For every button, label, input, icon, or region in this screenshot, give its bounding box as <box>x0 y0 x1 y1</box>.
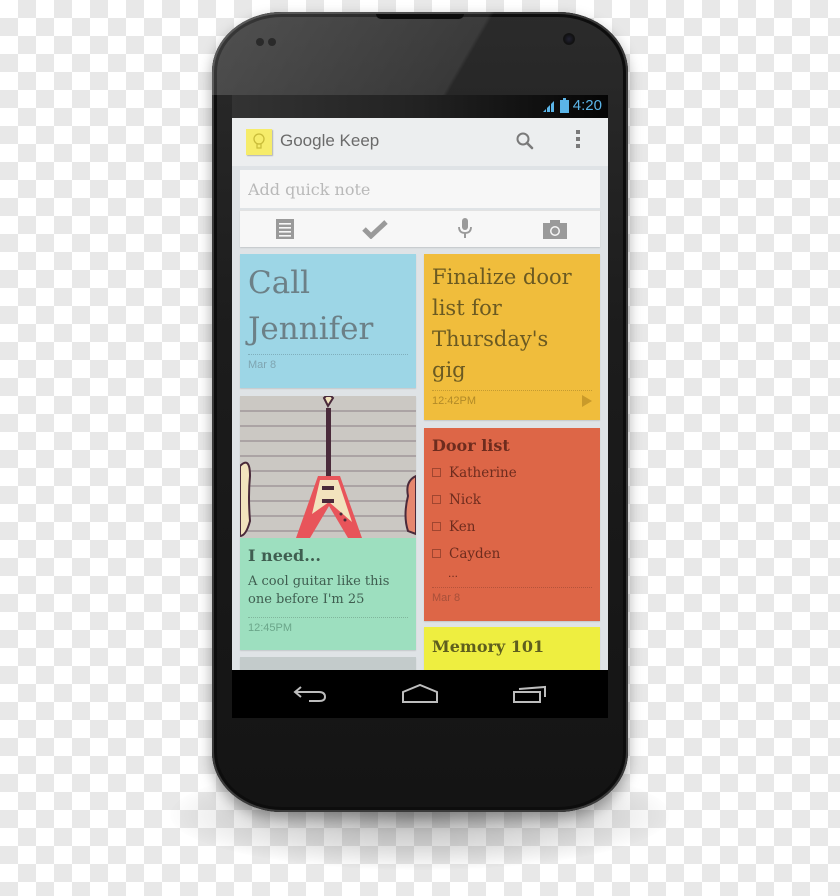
note-timestamp: 12:42PM <box>432 395 477 407</box>
search-icon[interactable] <box>515 131 535 156</box>
home-button[interactable] <box>395 679 445 709</box>
checklist-item[interactable]: Cayden <box>432 540 592 567</box>
note-title-line: Thursday's <box>432 327 549 351</box>
checklist-item[interactable]: Ken <box>432 513 592 540</box>
text-note-icon <box>276 219 294 239</box>
note-title: I need... <box>248 546 321 565</box>
quick-note-field[interactable] <box>240 170 600 208</box>
quick-note-input[interactable] <box>240 170 588 208</box>
note-title-line: list for <box>432 296 502 320</box>
light-sensor <box>268 38 276 46</box>
checklist-item[interactable]: Nick <box>432 486 592 513</box>
recent-apps-icon <box>513 685 546 703</box>
overflow-menu-icon[interactable] <box>576 130 580 148</box>
quick-note-toolbar <box>240 210 600 247</box>
note-door-list[interactable]: Door list Katherine Nick Ken Cayden ... … <box>424 428 600 621</box>
note-title: Memory 101 <box>432 637 545 656</box>
status-time: 4:20 <box>572 97 602 114</box>
note-guitar[interactable]: I need... A cool guitar like this one be… <box>240 396 416 650</box>
checklist-item-label: Nick <box>449 491 481 508</box>
checklist-icon <box>362 220 388 239</box>
front-camera <box>563 33 575 45</box>
lightbulb-note-icon[interactable] <box>246 129 272 155</box>
status-bar: 4:20 <box>232 95 608 118</box>
voice-note-button[interactable] <box>420 211 510 247</box>
proximity-sensor <box>256 38 264 46</box>
phone-screen: 4:20 Google Keep Add quick note Call Jen… <box>232 95 608 718</box>
note-call-jennifer[interactable]: Call Jennifer Mar 8 <box>240 254 416 388</box>
text-note-button[interactable] <box>240 211 330 247</box>
checkbox[interactable] <box>432 495 441 504</box>
earpiece-speaker <box>376 14 464 19</box>
checklist-item-label: Ken <box>449 518 476 535</box>
checklist-item-label: Katherine <box>449 464 517 481</box>
microphone-icon <box>458 218 472 238</box>
back-button[interactable] <box>285 679 335 709</box>
checklist-button[interactable] <box>330 211 420 247</box>
note-body: A cool guitar like this one before I'm 2… <box>248 574 390 607</box>
checkbox[interactable] <box>432 468 441 477</box>
recent-apps-button[interactable] <box>505 679 555 709</box>
action-bar: Google Keep <box>232 118 608 166</box>
photo-note-button[interactable] <box>510 211 600 247</box>
note-title: Door list <box>432 436 510 455</box>
signal-icon <box>542 100 554 112</box>
note-timestamp: 12:45PM <box>248 622 293 634</box>
note-timestamp: Mar 8 <box>248 359 277 371</box>
note-title-line: Finalize door <box>432 265 572 289</box>
checklist-item[interactable]: Katherine <box>432 459 592 486</box>
camera-icon <box>543 220 567 239</box>
checkbox[interactable] <box>432 549 441 558</box>
note-divider <box>248 354 408 355</box>
note-title-line: Call <box>248 265 311 301</box>
note-divider <box>432 587 592 588</box>
note-title-line: gig <box>432 358 466 382</box>
back-icon <box>293 686 327 702</box>
app-title: Google Keep <box>280 131 380 150</box>
checkbox[interactable] <box>432 522 441 531</box>
note-divider <box>248 617 408 618</box>
play-icon[interactable] <box>582 395 592 407</box>
navigation-bar <box>232 670 608 718</box>
checklist-item-label: Cayden <box>449 545 501 562</box>
note-title-line: Jennifer <box>248 311 374 347</box>
note-finalize-door-list[interactable]: Finalize door list for Thursday's gig 12… <box>424 254 600 420</box>
more-items-ellipsis: ... <box>448 566 459 580</box>
home-icon <box>402 684 438 703</box>
battery-icon <box>559 98 569 113</box>
note-timestamp: Mar 8 <box>432 592 461 604</box>
flying-v-guitar-illustration <box>240 396 416 538</box>
